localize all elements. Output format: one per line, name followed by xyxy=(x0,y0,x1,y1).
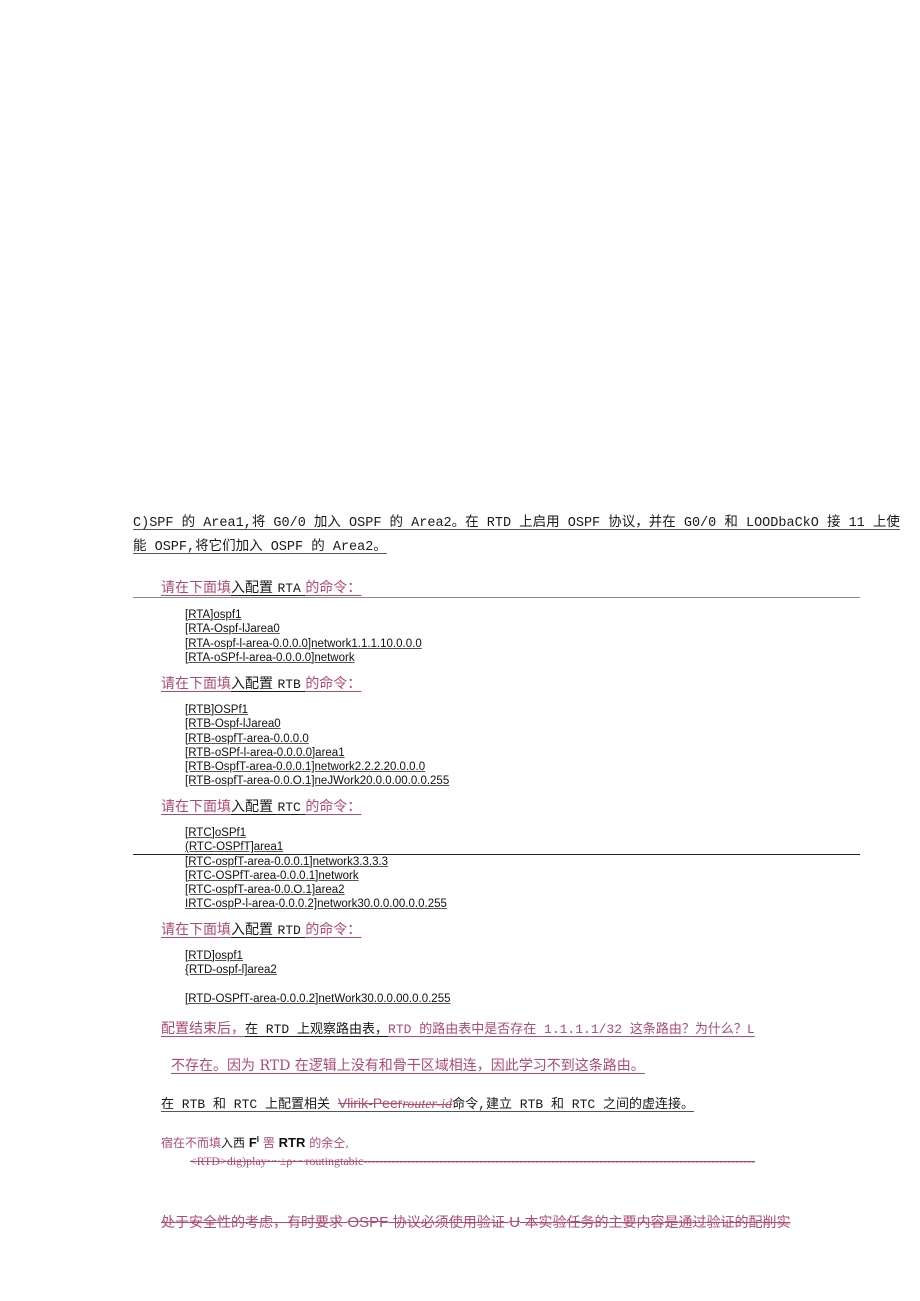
routing-answer: 不存在。因为 RTD 在逻辑上没有和骨干区域相连，因此学习不到这条路由。 xyxy=(171,1058,645,1074)
command-line: [RTB-oSPf-l-area-0.0.0.0]area1 xyxy=(185,746,345,759)
virtual-link-instruction: 在 RTB 和 RTC 上配置相关 Vlirik-Peerrouter-id命令… xyxy=(161,1095,694,1112)
command-line: [RTC-ospfT-area-0.0.O.1]area2 xyxy=(185,884,345,897)
command-line: [RTD]ospf1 xyxy=(185,950,243,962)
divider-rule xyxy=(133,597,860,598)
prompt-rtr: 宿在不而填入西 FI 罟 RTR 的余仝, xyxy=(161,1135,350,1150)
display-routing-table-command: <RTD>dig)play~~±ρ~~routingtabic---------… xyxy=(190,1154,755,1168)
prompt-rtb: 请在下面填入配置 RTB 的命令： xyxy=(161,676,362,692)
command-line: [RTB-ospfT-area-0.0.O.1]neJWork20.0.0.00… xyxy=(185,775,450,788)
prompt-rtd: 请在下面填入配置 RTD 的命令： xyxy=(161,922,362,938)
intro-line-2: 能 OSPF,将它们加入 OSPF 的 Area2。 xyxy=(133,540,387,555)
divider-rule xyxy=(133,854,860,855)
command-line: [RTA]ospf1 xyxy=(185,609,242,621)
command-line: [RTA-oSPf-l-area-0.0.0.0]network xyxy=(185,651,355,664)
intro-paragraph: C)SPF 的 Area1,将 G0/0 加入 OSPF 的 Area2。在 R… xyxy=(133,512,900,560)
command-line: (RTC-OSPfT]area1 xyxy=(185,841,284,854)
command-line: [RTD-OSPfT-area-0.0.0.2]netWork30.0.0.00… xyxy=(185,992,451,1005)
command-list-rtd: [RTD]ospf1 {RTD-ospf-l]area2 [RTD-OSPfT-… xyxy=(185,949,451,1006)
command-line: [RTC]oSPf1 xyxy=(185,827,247,839)
security-paragraph: 处于安全性的考虑，有时要求 OSPF 协议必须使用验证 U 本实验任务的主要内容… xyxy=(161,1214,791,1231)
routing-question: 配置结束后，在 RTD 上观察路由表，RTD 的路由表中是否存在 1.1.1.1… xyxy=(161,1021,755,1037)
command-list-rtb: [RTB]OSPf1 [RTB-Ospf-lJarea0 [RTB-ospfT-… xyxy=(185,703,449,789)
command-line: [RTC-OSPfT-area-0.0.0.1]network xyxy=(185,869,359,882)
command-line: {RTD-ospf-l]area2 xyxy=(185,964,277,977)
prompt-rta: 请在下面填入配置 RTA 的命令： xyxy=(161,580,362,596)
command-line: [RTA-ospf-l-area-0.0.0.0]network1.1.1.10… xyxy=(185,637,422,650)
prompt-rtc: 请在下面填入配置 RTC 的命令： xyxy=(161,799,362,815)
command-line: [RTC-ospfT-area-0.0.0.1]network3.3.3.3 xyxy=(185,855,389,868)
command-line: IRTC-ospP-l-area-0.0.0.2]network30.0.0.0… xyxy=(185,898,447,911)
struck-command: Vlirik-Peer xyxy=(337,1095,403,1111)
command-line: [RTB]OSPf1 xyxy=(185,704,249,716)
command-list-rtc: [RTC]oSPf1 (RTC-OSPfT]area1 [RTC-ospfT-a… xyxy=(185,826,447,912)
intro-line-1: C)SPF 的 Area1,将 G0/0 加入 OSPF 的 Area2。在 R… xyxy=(133,516,900,531)
command-line: [RTB-OspfT-area-0.0.0.1]network2.2.2.20.… xyxy=(185,761,426,774)
command-line: [RTB-ospfT-area-0.0.0.0 xyxy=(185,732,309,745)
command-line: [RTA-Ospf-lJarea0 xyxy=(185,623,280,636)
struck-command: router-id xyxy=(402,1097,453,1112)
command-list-rta: [RTA]ospf1 [RTA-Ospf-lJarea0 [RTA-ospf-l… xyxy=(185,608,422,665)
command-line: [RTB-Ospf-lJarea0 xyxy=(185,718,281,731)
